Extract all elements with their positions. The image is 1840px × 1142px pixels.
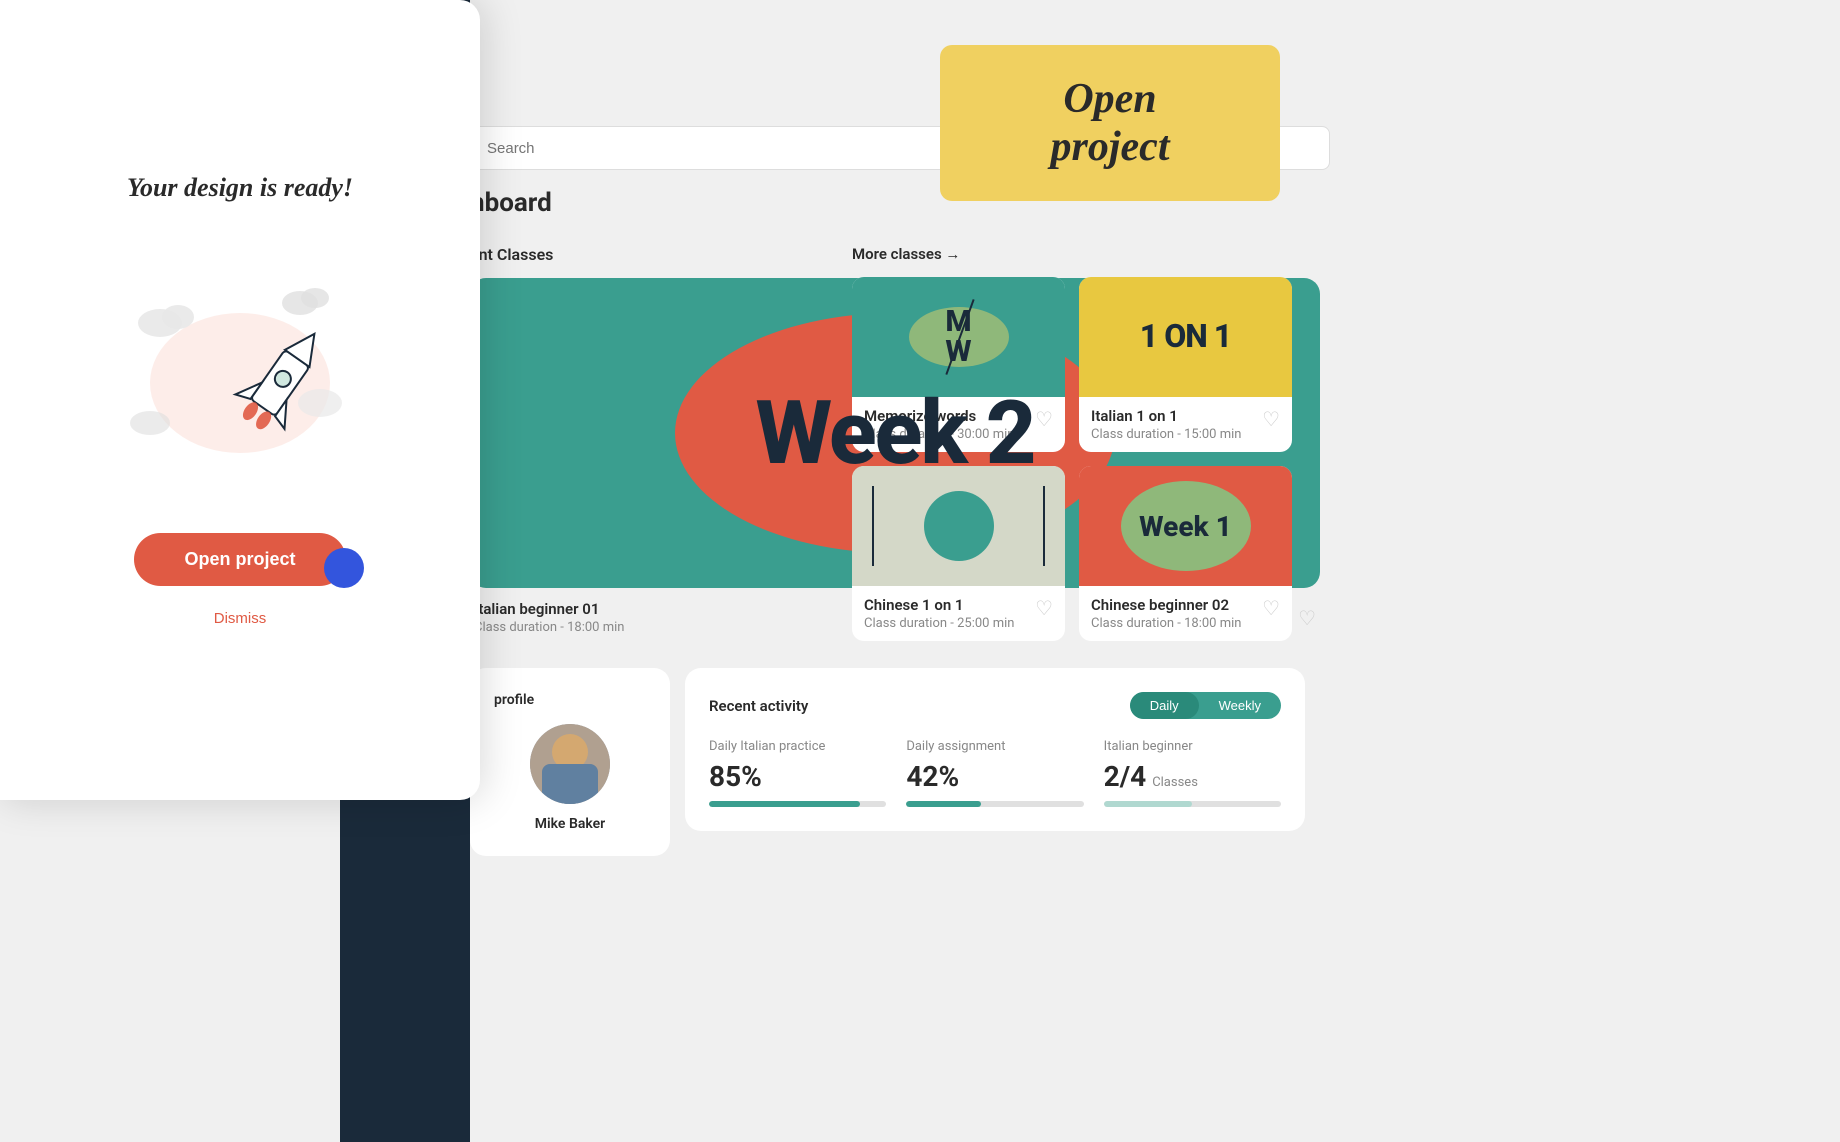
card-name: Chinese beginner 02 bbox=[1091, 596, 1241, 614]
stat-label: Daily Italian practice bbox=[709, 739, 886, 754]
card-duration: Class duration - 15:00 min bbox=[1091, 427, 1241, 442]
card-info: Chinese 1 on 1 Class duration - 25:00 mi… bbox=[852, 586, 1065, 641]
card-info: Italian 1 on 1 Class duration - 15:00 mi… bbox=[1079, 397, 1292, 452]
open-btn-wrapper: Open project bbox=[134, 533, 345, 602]
tab-daily[interactable]: Daily bbox=[1130, 692, 1199, 719]
card-name: Italian 1 on 1 bbox=[1091, 407, 1241, 425]
card-chinese-1on1[interactable]: Chinese 1 on 1 Class duration - 25:00 mi… bbox=[852, 466, 1065, 641]
card-duration: Class duration - 25:00 min bbox=[864, 616, 1014, 631]
page-title: nboard bbox=[470, 188, 552, 218]
modal-overlay: Your design is ready! bbox=[0, 0, 480, 800]
card-thumb-mw: M W bbox=[852, 277, 1065, 397]
card-info: Chinese beginner 02 Class duration - 18:… bbox=[1079, 586, 1292, 641]
tab-group: Daily Weekly bbox=[1130, 692, 1281, 719]
v-line bbox=[872, 486, 874, 566]
chinese-circle bbox=[924, 491, 994, 561]
stat-label: Daily assignment bbox=[906, 739, 1083, 754]
on1-text: 1 ON 1 bbox=[1140, 319, 1231, 354]
modal-open-button[interactable]: Open project bbox=[134, 533, 345, 586]
avatar-body bbox=[542, 764, 598, 804]
profile-section: profile Mike Baker bbox=[470, 668, 670, 856]
big-card-name: Italian beginner 01 bbox=[474, 600, 624, 618]
progress-bar bbox=[1104, 801, 1281, 807]
activity-stats: Daily Italian practice 85% Daily assignm… bbox=[709, 739, 1281, 807]
card-thumb-week1: Week 1 bbox=[1079, 466, 1292, 586]
tab-weekly[interactable]: Weekly bbox=[1199, 692, 1281, 719]
banner-label: Open project bbox=[1051, 76, 1170, 170]
stat-italian-beginner: Italian beginner 2/4 Classes bbox=[1104, 739, 1281, 807]
stat-daily-assignment: Daily assignment 42% bbox=[906, 739, 1083, 807]
favorite-icon[interactable]: ♡ bbox=[1035, 407, 1053, 431]
more-classes-label: More classes → bbox=[852, 245, 1292, 263]
progress-fill bbox=[709, 801, 860, 807]
stat-sub: Classes bbox=[1152, 775, 1198, 790]
user-name: Mike Baker bbox=[535, 816, 605, 832]
activity-title: Recent activity bbox=[709, 697, 808, 715]
progress-bar bbox=[906, 801, 1083, 807]
favorite-icon[interactable]: ♡ bbox=[1262, 407, 1280, 431]
stat-value: 85% bbox=[709, 760, 886, 793]
open-project-banner: Open project bbox=[940, 45, 1280, 201]
favorite-icon[interactable]: ♡ bbox=[1262, 596, 1280, 620]
week1-title: Week 1 bbox=[1139, 510, 1232, 543]
stat-value: 42% bbox=[906, 760, 1083, 793]
stat-label: Italian beginner bbox=[1104, 739, 1281, 754]
activity-header: Recent activity Daily Weekly bbox=[709, 692, 1281, 719]
card-thumb-1on1: 1 ON 1 bbox=[1079, 277, 1292, 397]
card-name: Chinese 1 on 1 bbox=[864, 596, 1014, 614]
stat-value: 2/4 bbox=[1104, 760, 1147, 793]
rocket-illustration bbox=[100, 243, 380, 483]
card-chinese-beginner-02[interactable]: Week 1 Chinese beginner 02 Class duratio… bbox=[1079, 466, 1292, 641]
big-card-title: Week 2 bbox=[755, 382, 1034, 485]
dismiss-button[interactable]: Dismiss bbox=[214, 610, 267, 627]
rocket-svg bbox=[100, 243, 380, 483]
profile-title: profile bbox=[494, 692, 534, 708]
progress-fill bbox=[906, 801, 980, 807]
progress-bar bbox=[709, 801, 886, 807]
stat-italian-practice: Daily Italian practice 85% bbox=[709, 739, 886, 807]
avatar bbox=[530, 724, 610, 804]
blue-dot-decoration bbox=[324, 548, 364, 588]
favorite-icon[interactable]: ♡ bbox=[1035, 596, 1053, 620]
big-card-duration: Class duration - 18:00 min bbox=[474, 620, 624, 635]
big-card-favorite-icon[interactable]: ♡ bbox=[1298, 606, 1316, 630]
modal-title: Your design is ready! bbox=[127, 173, 353, 203]
v-line bbox=[1043, 486, 1045, 566]
avatar-figure bbox=[530, 724, 610, 804]
progress-fill bbox=[1104, 801, 1193, 807]
card-italian-1on1[interactable]: 1 ON 1 Italian 1 on 1 Class duration - 1… bbox=[1079, 277, 1292, 452]
activity-section: Recent activity Daily Weekly Daily Itali… bbox=[685, 668, 1305, 831]
card-duration: Class duration - 18:00 min bbox=[1091, 616, 1241, 631]
